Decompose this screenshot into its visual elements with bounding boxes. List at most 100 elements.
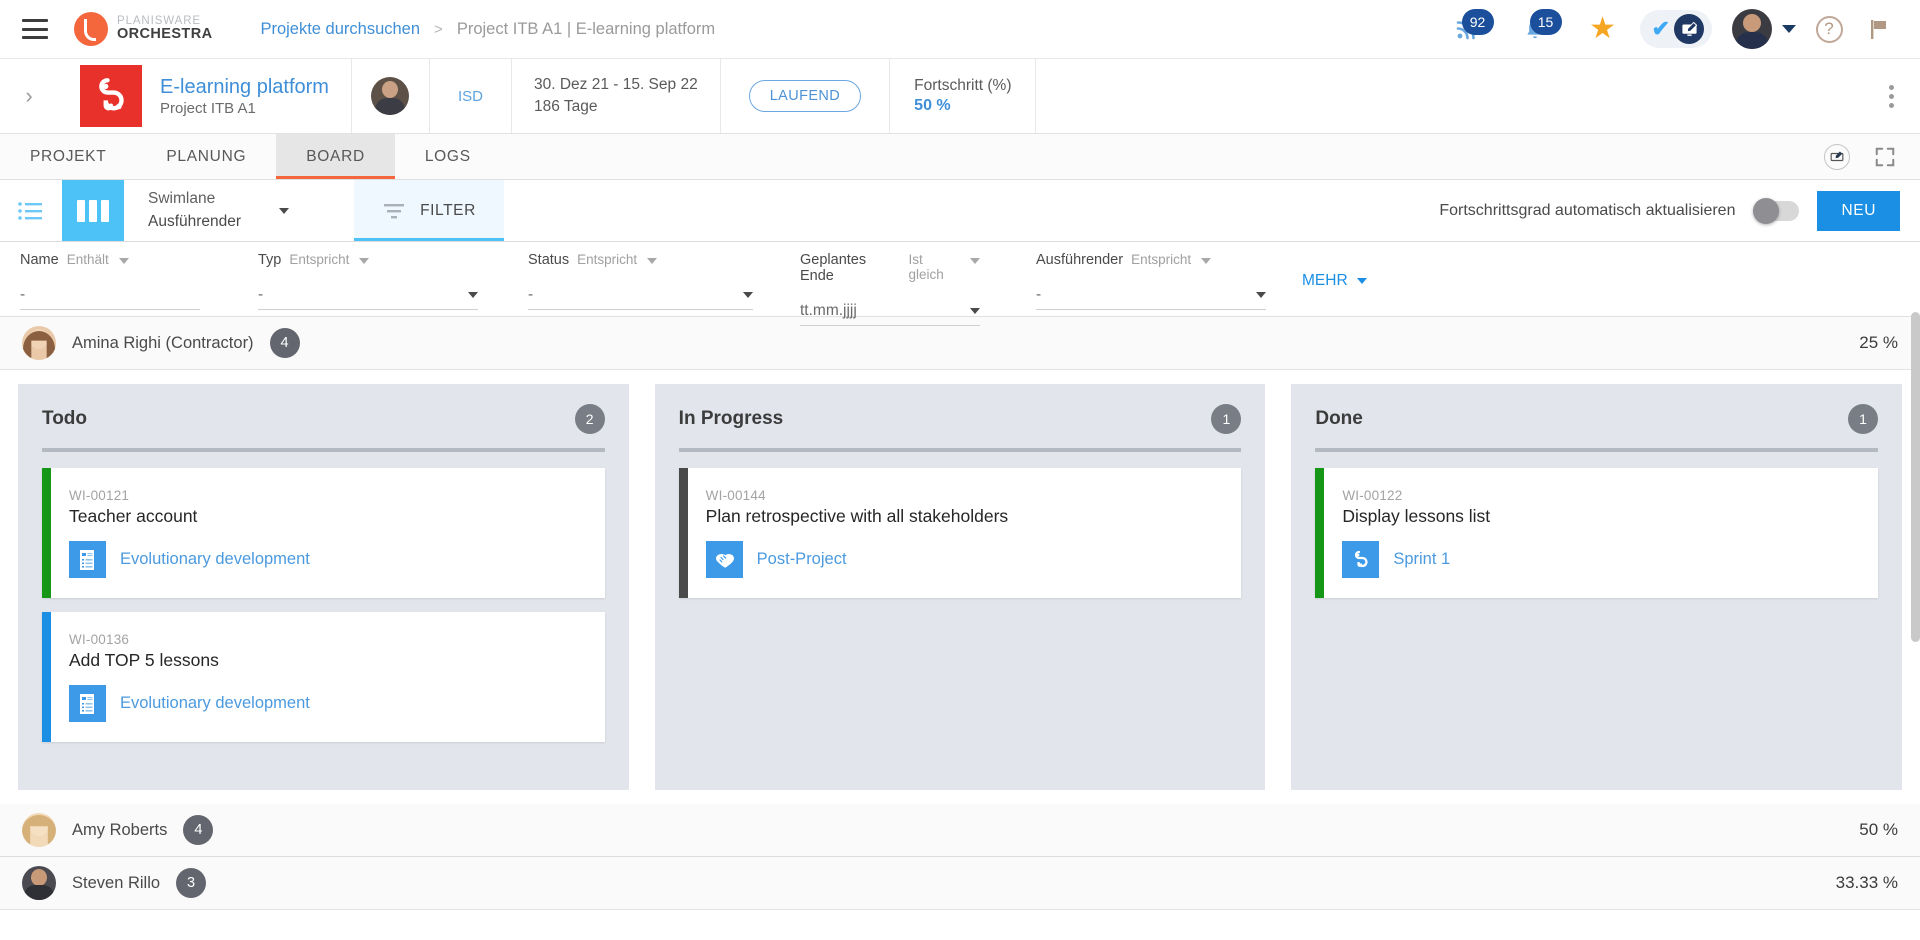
chevron-down-icon — [1782, 25, 1796, 33]
tab-logs[interactable]: LOGS — [395, 134, 501, 179]
card-status-bar — [42, 468, 51, 598]
card-title: Display lessons list — [1342, 506, 1860, 527]
project-title[interactable]: E-learning platform — [160, 75, 329, 100]
check-icon: ✔ — [1652, 18, 1670, 40]
screen-edit-icon — [1824, 144, 1850, 170]
board-view-button[interactable] — [62, 180, 124, 241]
swimlane-count: 4 — [270, 328, 300, 358]
sprint-icon — [1342, 541, 1379, 578]
edit-mode-toggle[interactable]: ✔ — [1640, 10, 1712, 48]
kanban-board: Todo 2 WI-00121 Teacher account — [0, 370, 1920, 790]
notifications-button[interactable]: 15 — [1510, 4, 1560, 54]
card-id: WI-00121 — [69, 488, 587, 503]
planisware-logo-icon — [74, 12, 108, 46]
breadcrumb-current: Project ITB A1 | E-learning platform — [457, 20, 715, 39]
board-column-done-cards: WI-00122 Display lessons list Sprint 1 — [1307, 468, 1886, 598]
scrollbar-thumb[interactable] — [1911, 312, 1920, 642]
chevron-down-icon[interactable] — [970, 258, 980, 264]
progress-label: Fortschritt (%) — [914, 77, 1011, 95]
expand-project-chevron-icon[interactable]: › — [0, 59, 58, 133]
brand-logo[interactable]: PLANISWARE ORCHESTRA — [74, 12, 212, 46]
card-id: WI-00122 — [1342, 488, 1860, 503]
board-column-done: Done 1 WI-00122 Display lessons list — [1291, 384, 1902, 790]
tab-projekt[interactable]: PROJEKT — [0, 134, 136, 179]
project-more-options-button[interactable] — [1862, 59, 1920, 133]
card-link[interactable]: Post-Project — [757, 550, 847, 569]
swimlane-percent: 33.33 % — [1836, 873, 1898, 893]
card-wi-00122[interactable]: WI-00122 Display lessons list Sprint 1 — [1315, 468, 1878, 598]
filter-status-select[interactable]: - — [528, 280, 753, 310]
card-status-bar — [1315, 468, 1324, 598]
filter-status-operator[interactable]: Entspricht — [577, 252, 637, 267]
annotate-button[interactable] — [1824, 144, 1850, 170]
chevron-down-icon — [1256, 292, 1266, 298]
filter-geplantes-ende-operator[interactable]: Ist gleich — [909, 252, 960, 282]
chevron-down-icon[interactable] — [359, 258, 369, 264]
filter-ausfuehrender-value: - — [1036, 286, 1041, 304]
report-flag-button[interactable] — [1854, 4, 1904, 54]
card-title: Plan retrospective with all stakeholders — [706, 506, 1224, 527]
auto-update-toggle[interactable] — [1753, 201, 1799, 221]
filter-typ-select[interactable]: - — [258, 280, 478, 310]
filter-button-label: FILTER — [420, 202, 476, 220]
card-link[interactable]: Evolutionary development — [120, 694, 310, 713]
filter-name-input[interactable]: - — [20, 280, 200, 310]
filter-typ-operator[interactable]: Entspricht — [289, 252, 349, 267]
project-org-code[interactable]: ISD — [430, 59, 512, 133]
card-wi-00144[interactable]: WI-00144 Plan retrospective with all sta… — [679, 468, 1242, 598]
kebab-menu-icon — [1889, 85, 1894, 108]
filter-ausfuehrender-operator[interactable]: Entspricht — [1131, 252, 1191, 267]
star-icon: ★ — [1589, 14, 1616, 44]
document-list-icon — [69, 541, 106, 578]
document-list-icon — [69, 685, 106, 722]
feed-button[interactable]: 92 — [1442, 4, 1492, 54]
more-filters-button[interactable]: MEHR — [1302, 272, 1367, 290]
tab-planung[interactable]: PLANUNG — [136, 134, 276, 179]
fullscreen-button[interactable] — [1872, 144, 1898, 170]
swimlane-header-steven-rillo[interactable]: Steven Rillo 3 33.33 % — [0, 857, 1920, 910]
swimlane-name: Amy Roberts — [72, 821, 167, 840]
divider — [679, 448, 1242, 452]
card-id: WI-00144 — [706, 488, 1224, 503]
swimlane-selector[interactable]: Swimlane Ausführender — [124, 180, 354, 241]
help-button[interactable]: ? — [1804, 4, 1854, 54]
hamburger-menu-icon[interactable] — [22, 19, 48, 39]
chevron-down-icon[interactable] — [1201, 258, 1211, 264]
breadcrumb-separator: > — [434, 21, 443, 38]
filter-typ-label: Typ — [258, 252, 281, 268]
favorite-button[interactable]: ★ — [1578, 4, 1628, 54]
card-link[interactable]: Sprint 1 — [1393, 550, 1450, 569]
card-link[interactable]: Evolutionary development — [120, 550, 310, 569]
project-duration: 186 Tage — [534, 96, 698, 118]
user-menu[interactable] — [1732, 9, 1796, 49]
tab-board[interactable]: BOARD — [276, 134, 395, 179]
filter-ausfuehrender-select[interactable]: - — [1036, 280, 1266, 310]
vertical-scrollbar[interactable] — [1911, 312, 1920, 752]
filter-name-value: - — [20, 286, 25, 304]
board-column-in-progress-header: In Progress 1 — [671, 400, 1250, 448]
chevron-down-icon[interactable] — [119, 258, 129, 264]
swimlane-header-amy-roberts[interactable]: Amy Roberts 4 50 % — [0, 804, 1920, 857]
board-view-toolbar: Swimlane Ausführender FILTER Fortschritt… — [0, 180, 1920, 242]
more-filters-label: MEHR — [1302, 272, 1348, 290]
card-wi-00121[interactable]: WI-00121 Teacher account — [42, 468, 605, 598]
chevron-down-icon[interactable] — [647, 258, 657, 264]
project-status-cell: LAUFEND — [721, 59, 890, 133]
breadcrumb-root-link[interactable]: Projekte durchsuchen — [260, 20, 420, 39]
swimlane-percent: 50 % — [1859, 820, 1898, 840]
avatar — [22, 813, 56, 847]
filter-name-operator[interactable]: Enthält — [67, 252, 109, 267]
top-navigation-bar: PLANISWARE ORCHESTRA Projekte durchsuche… — [0, 0, 1920, 59]
new-item-button[interactable]: NEU — [1817, 191, 1900, 231]
filter-geplantes-ende: Geplantes Ende Ist gleich tt.mm.jjjj — [800, 252, 980, 326]
list-view-button[interactable] — [0, 180, 62, 241]
card-wi-00136[interactable]: WI-00136 Add TOP 5 lessons — [42, 612, 605, 742]
card-status-bar — [42, 612, 51, 742]
chevron-down-icon — [1357, 278, 1367, 284]
filter-geplantes-ende-input[interactable]: tt.mm.jjjj — [800, 296, 980, 326]
flag-icon — [1867, 17, 1891, 41]
board-column-done-header: Done 1 — [1307, 400, 1886, 448]
filter-geplantes-ende-value: tt.mm.jjjj — [800, 302, 857, 320]
project-owner-avatar[interactable] — [352, 59, 430, 133]
filter-button[interactable]: FILTER — [354, 180, 504, 241]
